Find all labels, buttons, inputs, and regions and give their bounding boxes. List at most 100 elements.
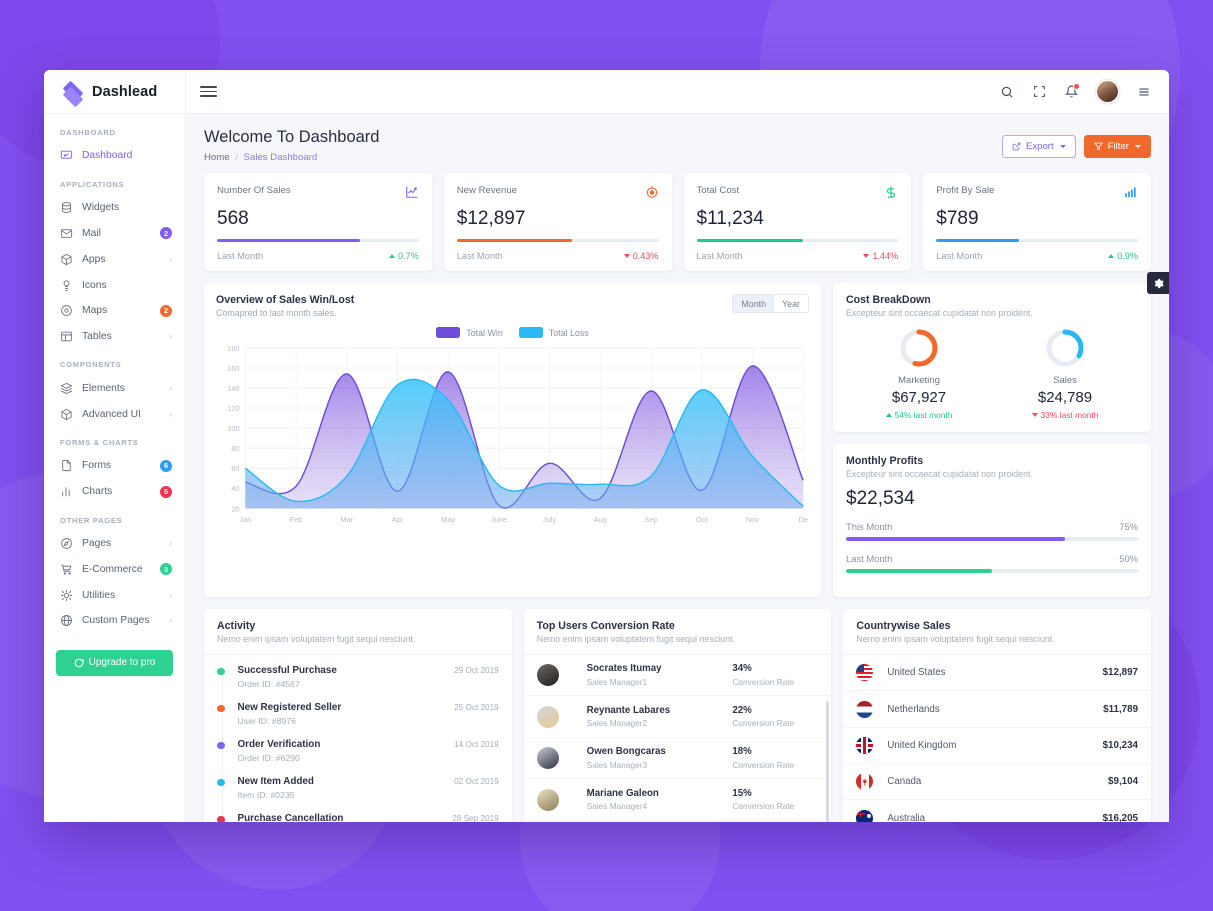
sidebar-item-icons[interactable]: Icons xyxy=(44,272,185,298)
dashboard-icon xyxy=(60,149,73,162)
sidebar-item-e-commerce[interactable]: E-Commerce 3 xyxy=(44,556,185,582)
fullscreen-icon[interactable] xyxy=(1033,85,1046,98)
activity-meta: User ID: #8976 xyxy=(237,716,296,727)
sidebar-item-apps[interactable]: Apps › xyxy=(44,246,185,272)
stat-label: Total Cost xyxy=(696,185,740,196)
activity-item[interactable]: Purchase CancellationOrder ID: #190528 S… xyxy=(217,813,499,822)
upgrade-to-pro-button[interactable]: Upgrade to pro xyxy=(56,649,173,676)
donut-name: Sales xyxy=(1053,375,1077,387)
stat-footer-label: Last Month xyxy=(217,251,263,262)
arrow-down-icon xyxy=(1031,413,1038,418)
export-button[interactable]: Export xyxy=(1001,135,1076,158)
arrow-up-icon xyxy=(885,413,892,418)
sidebar-item-maps[interactable]: Maps 2 xyxy=(44,298,185,324)
breadcrumb-current[interactable]: Sales Dashboard xyxy=(244,152,318,163)
sidebar-item-elements[interactable]: Elements › xyxy=(44,375,185,401)
sidebar-item-label: Widgets xyxy=(82,202,120,214)
sidebar-item-widgets[interactable]: Widgets xyxy=(44,195,185,221)
country-row[interactable]: United Kingdom $10,234 xyxy=(843,728,1152,765)
cost-breakdown-title: Cost BreakDown xyxy=(846,294,931,307)
donut-value: $24,789 xyxy=(1037,389,1093,407)
filter-button[interactable]: Filter xyxy=(1083,135,1151,158)
legend-item-total-win[interactable]: Total Win xyxy=(436,327,503,339)
list-menu-icon[interactable] xyxy=(1137,85,1151,99)
search-icon[interactable] xyxy=(1000,85,1014,99)
user-row[interactable]: Owen Bongcaras Sales Manager3 18% Conversio… xyxy=(523,738,832,780)
user-row[interactable]: Socrates Itumay Sales Manager1 34% Conversi… xyxy=(523,655,832,697)
hamburger-icon[interactable] xyxy=(200,83,217,101)
area-chart-plot[interactable]: 20 40 60 80 100 120 140 160 180 Jan Feb Mar Apr May Ju… xyxy=(216,342,809,528)
forms-icon xyxy=(60,459,73,472)
sidebar-item-charts[interactable]: Charts 5 xyxy=(44,479,185,505)
tables-icon xyxy=(60,330,73,343)
users-scrollbar[interactable] xyxy=(826,700,830,822)
sidebar-item-forms[interactable]: Forms 6 xyxy=(44,453,185,479)
activity-date: 02 Oct 2019 xyxy=(454,776,499,786)
stat-cards-row: Number Of Sales 568 Last Month 0.7% New Reve… xyxy=(204,173,1151,272)
legend-label: Total Loss xyxy=(548,327,589,338)
advanced-ui-icon xyxy=(60,408,73,421)
charts-icon xyxy=(60,485,73,498)
chart-range-month[interactable]: Month xyxy=(733,295,775,313)
user-row[interactable]: Joyce ChuaSales Manager512%Conversion Ra… xyxy=(524,821,832,822)
sidebar-caption: FORMS & CHARTS xyxy=(60,438,139,448)
breadcrumb-home[interactable]: Home xyxy=(204,152,230,163)
legend-label: Total Win xyxy=(466,327,503,338)
activity-meta: Order ID: #6290 xyxy=(237,753,300,764)
countrywise-title: Countrywise Sales xyxy=(856,619,951,632)
bell-icon[interactable] xyxy=(1065,83,1080,98)
legend-item-total-loss[interactable]: Total Loss xyxy=(518,327,589,339)
country-row[interactable]: United States $12,897 xyxy=(843,655,1152,692)
country-row[interactable]: Canada $9,104 xyxy=(843,764,1152,801)
sidebar-item-advanced-ui[interactable]: Advanced UI › xyxy=(44,401,185,427)
sidebar-item-pages[interactable]: Pages › xyxy=(44,531,185,557)
sidebar-item-label: Mail xyxy=(82,227,101,239)
sidebar-item-label: Elements xyxy=(82,382,125,394)
sidebar-item-tables[interactable]: Tables › xyxy=(44,324,185,350)
user-role: Sales Manager2 xyxy=(586,718,648,729)
chart-range-year[interactable]: Year xyxy=(774,295,808,312)
stat-delta: 0.7% xyxy=(389,251,419,261)
top-users-panel: Top Users Conversion Rate Nemo enim ipsa… xyxy=(523,608,832,822)
sidebar-item-mail[interactable]: Mail 2 xyxy=(44,221,185,247)
donut-chart xyxy=(900,329,938,367)
user-row[interactable]: Reynante Labares Sales Manager2 22% Convers… xyxy=(523,696,832,738)
svg-text:Mar: Mar xyxy=(340,515,353,524)
upgrade-label: Upgrade to pro xyxy=(88,657,156,669)
activity-item[interactable]: Order Verification Order ID: #6290 14 Oct … xyxy=(217,739,499,776)
svg-text:100: 100 xyxy=(227,424,239,433)
user-name: Mariane Galeon xyxy=(586,787,659,799)
country-row[interactable]: Netherlands $11,789 xyxy=(843,691,1152,728)
activity-item[interactable]: New Item Added Item ID: #0235 02 Oct 2019 xyxy=(217,776,499,813)
monthly-profits-title: Monthly Profits xyxy=(846,455,924,468)
sidebar-item-dashboard[interactable]: Dashboard xyxy=(44,143,185,169)
arrow-up-icon xyxy=(1108,254,1115,259)
stat-value: $11,234 xyxy=(696,208,764,229)
refresh-icon xyxy=(74,658,84,667)
chart-legend: Total Win Total Loss xyxy=(216,327,809,339)
user-avatar[interactable] xyxy=(1097,81,1118,102)
user-conversion-rate: 22% xyxy=(732,704,752,716)
sidebar-item-label: Maps xyxy=(82,305,108,317)
user-conversion-rate: 15% xyxy=(732,787,752,799)
signal-bars-icon xyxy=(1124,185,1138,204)
stat-label: New Revenue xyxy=(456,185,518,196)
sidebar-item-utilities[interactable]: Utilities › xyxy=(44,582,185,608)
activity-date: 25 Oct 2019 xyxy=(454,702,499,712)
activity-item[interactable]: Successful Purchase Order ID: #4567 29 Oct… xyxy=(217,665,499,702)
country-name: Australia xyxy=(887,812,926,822)
custom-pages-icon xyxy=(60,614,73,627)
breadcrumb-separator: / xyxy=(235,152,238,163)
user-role: Sales Manager4 xyxy=(586,801,648,812)
svg-text:140: 140 xyxy=(227,384,239,393)
uk-flag xyxy=(856,736,874,754)
svg-text:July: July xyxy=(543,515,556,524)
sidebar-item-custom-pages[interactable]: Custom Pages › xyxy=(44,608,185,634)
activity-item[interactable]: New Registered Seller User ID: #8976 25 Oc… xyxy=(217,702,499,739)
gear-icon[interactable] xyxy=(1147,272,1169,294)
brand-logo[interactable]: Dashlead xyxy=(44,70,186,113)
country-row[interactable]: Australia $16,205 xyxy=(843,800,1151,822)
sidebar-item-badge: 2 xyxy=(160,227,172,240)
user-row[interactable]: Mariane Galeon Sales Manager4 15% Conversio… xyxy=(523,779,832,821)
activity-name: New Registered Seller xyxy=(237,701,342,713)
